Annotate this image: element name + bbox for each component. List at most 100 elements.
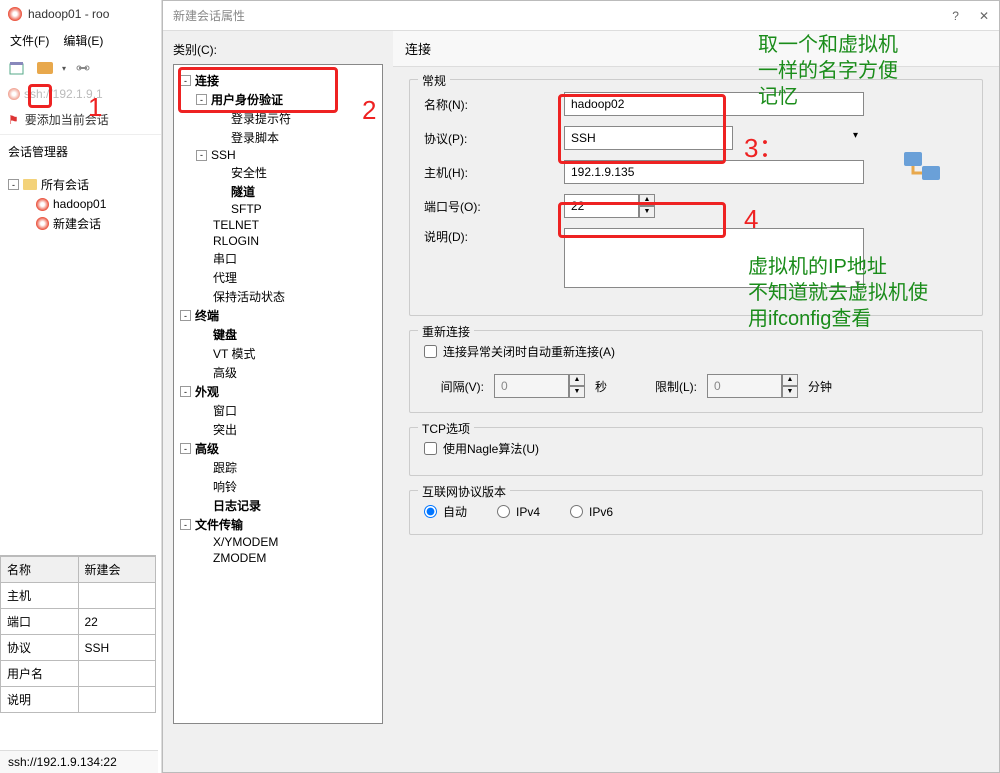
properties-grid: 名称 新建会 主机 端口22 协议SSH 用户名 说明: [0, 555, 156, 713]
add-favorite-row[interactable]: ⚑ 要添加当前会话: [0, 105, 161, 135]
cat-user-auth[interactable]: -用户身份验证: [178, 90, 378, 109]
main-menubar: 文件(F) 编辑(E): [0, 28, 161, 53]
limit-down-button[interactable]: ▼: [782, 386, 798, 398]
group-title: TCP选项: [418, 420, 474, 437]
port-down-button[interactable]: ▼: [639, 206, 655, 218]
cat-bell[interactable]: 响铃: [178, 477, 378, 496]
cat-ssh[interactable]: -SSH: [178, 147, 378, 163]
address-row: ssh://192.1.9.1: [0, 83, 161, 105]
tree-item-new[interactable]: 新建会话: [8, 213, 153, 234]
tree-root-row[interactable]: - 所有会话: [8, 174, 153, 195]
tree-root-label: 所有会话: [41, 176, 89, 193]
category-label: 类别(C):: [173, 41, 383, 58]
connection-icon: [902, 150, 942, 187]
host-input[interactable]: [564, 160, 864, 184]
protocol-label: 协议(P):: [424, 130, 564, 147]
tree-toggle-icon[interactable]: -: [180, 75, 191, 86]
cat-keyboard[interactable]: 键盘: [178, 325, 378, 344]
add-fav-label: 要添加当前会话: [25, 111, 109, 128]
category-panel: 类别(C): -连接 -用户身份验证 登录提示符 登录脚本 -SSH 安全性 隧…: [163, 31, 393, 772]
main-titlebar: hadoop01 - roo: [0, 0, 161, 28]
menu-file[interactable]: 文件(F): [10, 32, 49, 49]
nagle-checkbox[interactable]: [424, 442, 437, 455]
cat-login-prompt[interactable]: 登录提示符: [178, 109, 378, 128]
cat-tunnel[interactable]: 隧道: [178, 182, 378, 201]
session-manager-label: 会话管理器: [0, 135, 161, 168]
interval-unit: 秒: [595, 378, 607, 395]
radio-ipv6[interactable]: IPv6: [570, 505, 613, 519]
tree-item-label: 新建会话: [53, 215, 101, 232]
cat-serial[interactable]: 串口: [178, 249, 378, 268]
port-up-button[interactable]: ▲: [639, 194, 655, 206]
interval-label: 间隔(V):: [424, 378, 484, 395]
cat-zmodem[interactable]: ZMODEM: [178, 550, 378, 566]
cat-connection[interactable]: -连接: [178, 71, 378, 90]
tree-item-hadoop01[interactable]: hadoop01: [8, 195, 153, 213]
cat-login-script[interactable]: 登录脚本: [178, 128, 378, 147]
section-header: 连接: [393, 31, 999, 67]
props-header-name: 名称: [1, 557, 79, 583]
cat-keep-active[interactable]: 保持活动状态: [178, 287, 378, 306]
cat-proxy[interactable]: 代理: [178, 268, 378, 287]
tree-toggle-icon[interactable]: -: [8, 179, 19, 190]
new-session-button[interactable]: [6, 57, 28, 79]
radio-ipv4[interactable]: IPv4: [497, 505, 540, 519]
host-label: 主机(H):: [424, 164, 564, 181]
settings-panel: 连接 常规 名称(N): 协议(P): 主机(H):: [393, 31, 999, 772]
statusbar: ssh://192.1.9.134:22: [0, 750, 158, 773]
cat-highlight[interactable]: 突出: [178, 420, 378, 439]
cat-security[interactable]: 安全性: [178, 163, 378, 182]
interval-down-button[interactable]: ▼: [569, 386, 585, 398]
limit-up-button[interactable]: ▲: [782, 374, 798, 386]
address-text[interactable]: ssh://192.1.9.1: [24, 87, 103, 101]
cat-rlogin[interactable]: RLOGIN: [178, 233, 378, 249]
cat-vt-mode[interactable]: VT 模式: [178, 344, 378, 363]
port-input[interactable]: [564, 194, 639, 218]
dropdown-icon[interactable]: ▾: [62, 64, 66, 73]
cat-file-transfer[interactable]: -文件传输: [178, 515, 378, 534]
cat-trace[interactable]: 跟踪: [178, 458, 378, 477]
tree-toggle-icon[interactable]: -: [180, 310, 191, 321]
tree-toggle-icon[interactable]: -: [180, 443, 191, 454]
props-header-value: 新建会: [78, 557, 156, 583]
table-row: 说明: [1, 687, 156, 713]
tree-toggle-icon[interactable]: -: [180, 386, 191, 397]
help-button[interactable]: ?: [952, 9, 959, 23]
app-icon: [8, 7, 22, 21]
category-tree[interactable]: -连接 -用户身份验证 登录提示符 登录脚本 -SSH 安全性 隧道 SFTP …: [173, 64, 383, 724]
link-button[interactable]: [72, 57, 94, 79]
cat-logging[interactable]: 日志记录: [178, 496, 378, 515]
radio-auto[interactable]: 自动: [424, 503, 467, 520]
main-window: hadoop01 - roo 文件(F) 编辑(E) ▾ ssh://192.1…: [0, 0, 162, 773]
group-title: 重新连接: [418, 323, 474, 340]
menu-edit[interactable]: 编辑(E): [63, 32, 103, 49]
interval-up-button[interactable]: ▲: [569, 374, 585, 386]
group-title: 互联网协议版本: [418, 483, 510, 500]
cat-xymodem[interactable]: X/YMODEM: [178, 534, 378, 550]
cat-telnet[interactable]: TELNET: [178, 217, 378, 233]
cat-advanced-term[interactable]: 高级: [178, 363, 378, 382]
session-icon: [36, 217, 49, 230]
cat-terminal[interactable]: -终端: [178, 306, 378, 325]
table-row: 主机: [1, 583, 156, 609]
new-session-dialog: 新建会话属性 ? ✕ 类别(C): -连接 -用户身份验证 登录提示符 登录脚本…: [162, 0, 1000, 773]
name-input[interactable]: [564, 92, 864, 116]
session-icon: [36, 198, 49, 211]
protocol-select[interactable]: [564, 126, 733, 150]
cat-appearance[interactable]: -外观: [178, 382, 378, 401]
window-title: hadoop01 - roo: [28, 7, 109, 21]
reconnect-checkbox[interactable]: [424, 345, 437, 358]
cat-window[interactable]: 窗口: [178, 401, 378, 420]
session-tree: - 所有会话 hadoop01 新建会话: [0, 168, 161, 240]
limit-label: 限制(L):: [617, 378, 697, 395]
folder-button[interactable]: [34, 57, 56, 79]
desc-label: 说明(D):: [424, 228, 564, 245]
cat-sftp[interactable]: SFTP: [178, 201, 378, 217]
desc-textarea[interactable]: [564, 228, 864, 288]
group-general: 常规 名称(N): 协议(P): 主机(H): 端口号(O):: [409, 79, 983, 316]
close-button[interactable]: ✕: [979, 9, 989, 23]
tree-toggle-icon[interactable]: -: [196, 150, 207, 161]
tree-toggle-icon[interactable]: -: [196, 94, 207, 105]
cat-advanced[interactable]: -高级: [178, 439, 378, 458]
tree-toggle-icon[interactable]: -: [180, 519, 191, 530]
